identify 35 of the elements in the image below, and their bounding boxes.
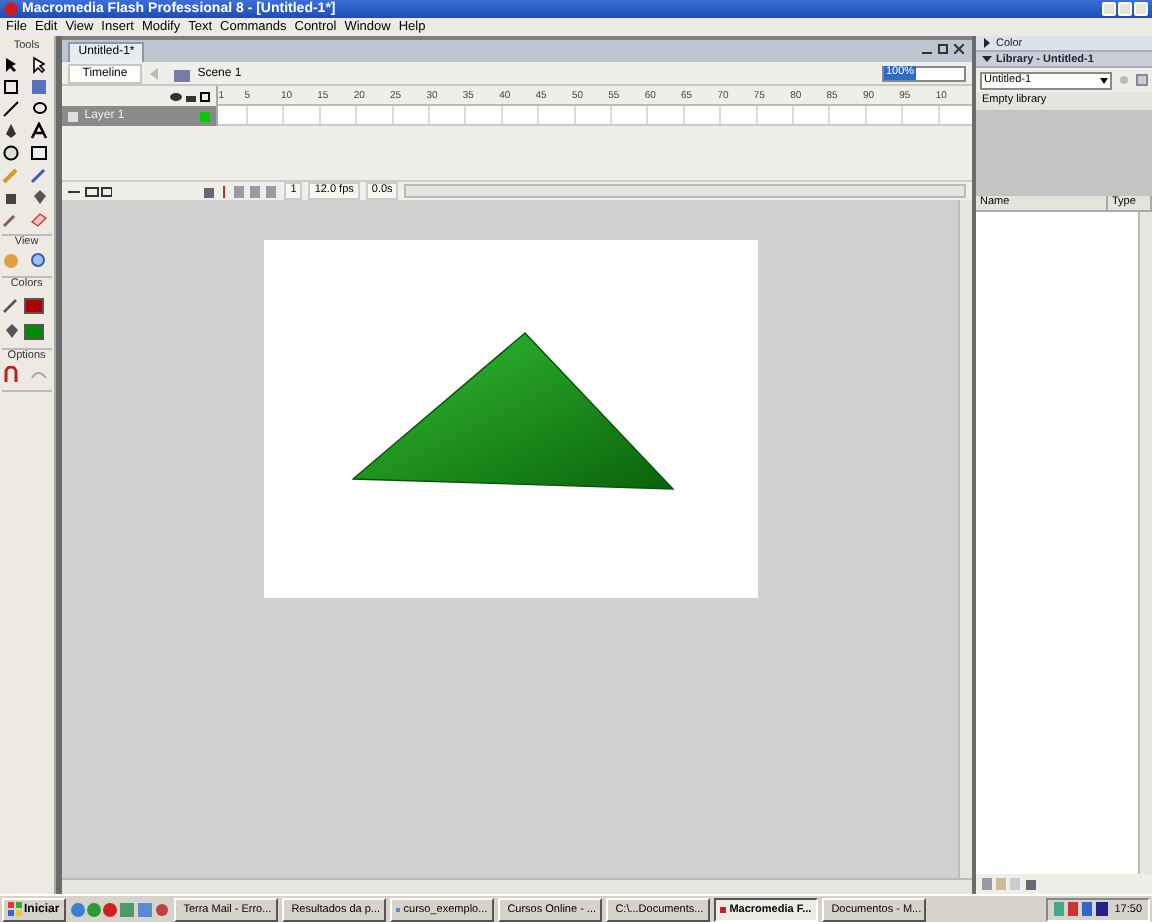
tray-icons[interactable] [1054,902,1111,916]
horizontal-scrollbar[interactable] [62,878,972,894]
window-icon [395,903,400,915]
transform-icon[interactable] [1,78,20,96]
app-logo-icon [4,2,18,16]
eyedropper-icon[interactable] [1,210,20,228]
magnet-icon[interactable] [1,366,20,384]
timeline-scrollbar[interactable] [404,184,966,198]
playhead-icon[interactable] [220,185,229,197]
eraser-icon[interactable] [29,210,48,228]
outline-color-icon[interactable] [200,111,211,121]
line-icon[interactable] [1,100,20,118]
pencil-icon[interactable] [1,296,20,314]
rectangle-icon[interactable] [29,144,48,162]
window-icon [719,903,726,915]
oval-icon[interactable] [1,144,20,162]
brush-icon[interactable] [29,166,48,184]
layer-icon[interactable] [68,111,79,121]
text-tool-icon[interactable] [29,122,48,140]
restore-icon[interactable] [938,44,948,54]
lasso-icon[interactable] [29,100,48,118]
color-swatch[interactable] [23,323,44,339]
library-scrollbar[interactable] [1138,212,1152,874]
pointer-icon[interactable] [29,56,48,74]
outline-icon[interactable] [200,91,211,101]
close-icon[interactable] [954,44,964,54]
color-swatch[interactable] [23,297,44,313]
eye-icon[interactable] [170,91,183,101]
quick-launch-icon[interactable] [69,901,170,917]
frame-cells[interactable] [218,106,972,126]
windows-logo-icon [8,902,22,916]
caret-icon [1098,73,1110,87]
vertical-scrollbar[interactable] [958,200,972,878]
zoom-icon[interactable] [29,252,48,270]
arrow-icon[interactable] [1,56,20,74]
